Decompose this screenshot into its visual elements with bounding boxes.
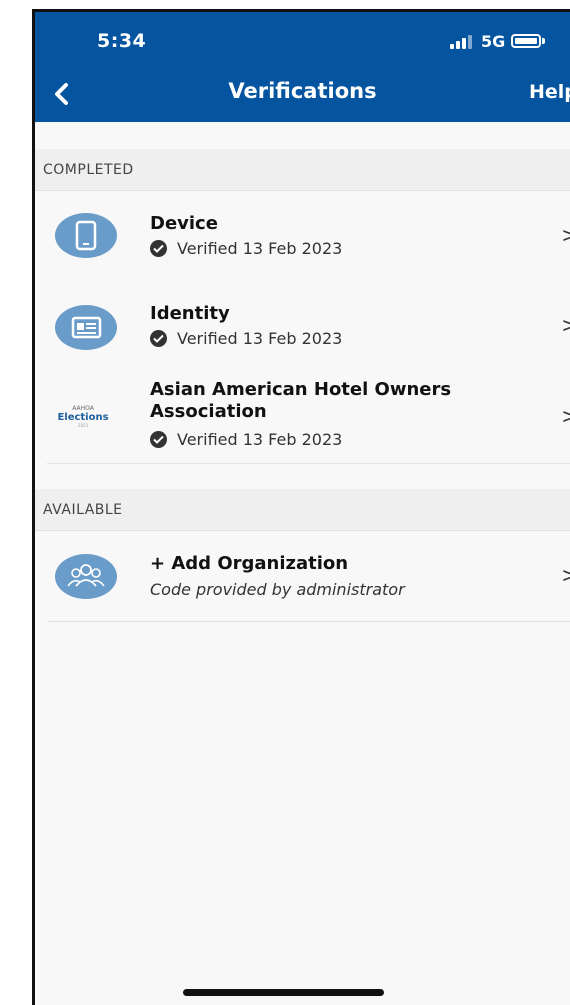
status-bar: 5:34 5G [35, 12, 570, 67]
item-status: Verified 13 Feb 2023 [150, 329, 342, 348]
list-item-identity[interactable]: Identity Verified 13 Feb 2023 > [47, 281, 570, 373]
id-card-icon [55, 305, 117, 350]
phone-screen: 5:34 5G Verifications Help COMPLETED [32, 9, 570, 1005]
nav-bar: Verifications Help [35, 67, 570, 122]
item-status: Verified 13 Feb 2023 [150, 239, 342, 258]
list-item-add-organization[interactable]: + Add Organization Code provided by admi… [47, 531, 570, 622]
item-title-line2: Association [150, 401, 267, 422]
chevron-right-icon: > [561, 313, 570, 337]
check-circle-icon [150, 431, 167, 448]
logo-top-text: AAHOA [72, 405, 94, 412]
item-title: + Add Organization [150, 553, 349, 574]
logo-bottom-text: 2023 [77, 423, 89, 428]
phone-icon [55, 213, 117, 258]
item-title-line1: Asian American Hotel Owners [150, 379, 452, 400]
organization-logo: AAHOA Elections 2023 [51, 395, 115, 440]
section-label-available: AVAILABLE [43, 502, 123, 518]
battery-tip [542, 38, 545, 44]
section-header-available: AVAILABLE [35, 489, 570, 531]
chevron-right-icon: > [561, 404, 570, 428]
status-time: 5:34 [97, 30, 147, 52]
check-circle-icon [150, 240, 167, 257]
list-item-device[interactable]: Device Verified 13 Feb 2023 > [47, 191, 570, 282]
item-title: Asian American Hotel Owners Association [150, 379, 451, 423]
network-label: 5G [481, 32, 506, 51]
chevron-right-icon: > [561, 223, 570, 247]
item-status-text: Verified 13 Feb 2023 [177, 430, 343, 449]
item-status-text: Verified 13 Feb 2023 [177, 329, 343, 348]
page-title: Verifications [228, 79, 377, 103]
signal-icon [450, 35, 476, 49]
section-header-completed: COMPLETED [35, 149, 570, 191]
help-button[interactable]: Help [529, 81, 570, 103]
group-icon [55, 554, 117, 599]
item-status-text: Verified 13 Feb 2023 [177, 239, 343, 258]
item-title: Device [150, 213, 218, 234]
check-circle-icon [150, 330, 167, 347]
logo-main-text: Elections [57, 412, 109, 423]
item-subtitle: Code provided by administrator [150, 580, 405, 599]
item-status: Verified 13 Feb 2023 [150, 430, 342, 449]
home-indicator[interactable] [183, 989, 384, 996]
chevron-right-icon: > [561, 563, 570, 587]
battery-icon [511, 34, 541, 48]
list-item-aahoa[interactable]: AAHOA Elections 2023 Asian American Hote… [47, 372, 570, 464]
section-label-completed: COMPLETED [43, 162, 134, 178]
item-title: Identity [150, 303, 230, 324]
